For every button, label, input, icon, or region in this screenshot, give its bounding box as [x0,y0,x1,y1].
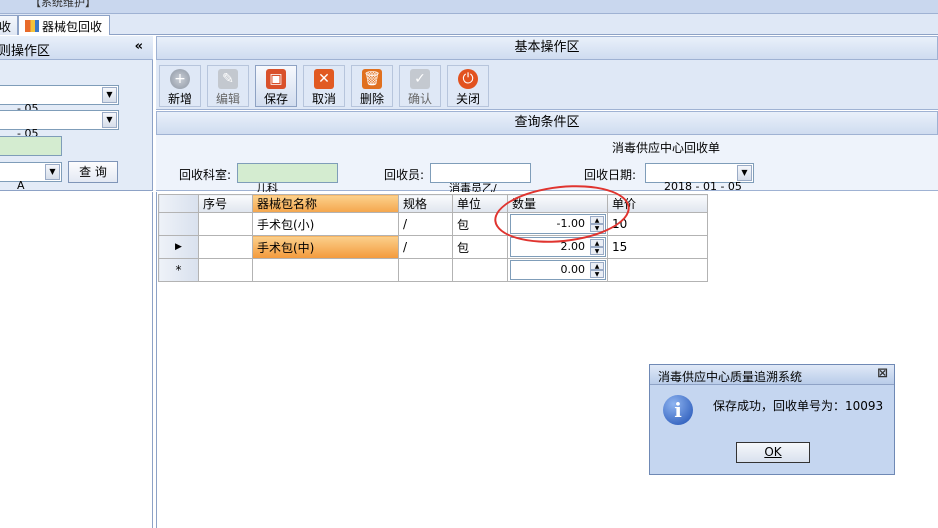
cell-price[interactable]: 15 [607,235,708,259]
close-icon[interactable]: ⊠ [877,366,888,381]
chevron-down-icon[interactable]: ▼ [45,164,60,180]
chart-icon [25,20,39,32]
delete-button[interactable]: 🗑 删除 [351,65,393,107]
status-select[interactable]: A ▼ [0,162,62,192]
tab-bar: 收 器械包回收 [0,14,938,35]
add-button-label: 新增 [167,92,192,106]
quantity-stepper[interactable]: 0.00 ▲ ▼ [510,260,606,280]
row-indicator[interactable]: * [158,258,199,282]
cell-spec[interactable]: / [398,235,453,259]
stepper-up-icon[interactable]: ▲ [590,262,604,270]
query-condition-title: 查询条件区 [514,115,580,130]
cell-price[interactable] [607,258,708,282]
edit-icon: ✎ [218,69,238,89]
close-button[interactable]: ⏻ 关闭 [447,65,489,107]
window-title: 【系统维护】 [30,0,96,9]
chevron-down-icon[interactable]: ▼ [737,165,752,181]
cell-seq[interactable] [198,235,253,259]
ok-button[interactable]: OK [736,442,810,463]
edit-button-label: 编辑 [215,92,240,106]
stepper-up-icon[interactable]: ▲ [590,239,604,247]
recovery-date-picker[interactable]: 2018 - 01 - 05 ▼ [645,163,754,193]
basic-operation-title: 基本操作区 [514,40,580,55]
column-header-name[interactable]: 器械包名称 [252,194,399,213]
date-label: 回收日期: [584,168,637,182]
select-all-corner[interactable] [158,194,199,213]
cell-qty[interactable]: 0.00 ▲ ▼ [507,258,608,282]
add-button[interactable]: + 新增 [159,65,201,107]
toolbar: + 新增 ✎ 编辑 ▣ 保存 ✕ 取消 🗑 删除 ✓ 确认 ⏻ 关闭 [156,60,938,110]
quantity-value: 0.00 [560,263,586,276]
info-icon: i [663,395,693,425]
form-title: 消毒供应中心回收单 [612,141,721,155]
left-panel-blank [0,192,153,528]
chevron-down-icon[interactable]: ▼ [102,87,117,103]
close-button-label: 关闭 [455,92,480,106]
message-dialog: 消毒供应中心质量追溯系统 ⊠ i 保存成功，回收单号为：10093 OK [649,364,895,475]
form-area: 消毒供应中心回收单 回收科室: 儿科 回收员: 消毒员乙/ 回收日期: 2018… [156,135,938,195]
date-from-field[interactable]: - 05 ▼ [0,85,119,115]
dialog-message: 保存成功，回收单号为：10093 [713,399,884,413]
confirm-button[interactable]: ✓ 确认 [399,65,441,107]
delete-icon: 🗑 [362,69,382,89]
cancel-button[interactable]: ✕ 取消 [303,65,345,107]
ok-button-label: OK [764,445,782,459]
window-title-strip: 【系统维护】 [0,0,938,14]
save-button-label: 保存 [263,92,288,106]
tab-instrument-recovery-label: 器械包回收 [42,20,103,34]
query-button-label: 查 询 [79,165,107,179]
status-select-value: A [17,179,25,192]
dialog-titlebar[interactable]: 消毒供应中心质量追溯系统 ⊠ [650,365,894,385]
left-panel-title: 则操作区 [0,44,51,59]
confirm-icon: ✓ [410,69,430,89]
stepper-down-icon[interactable]: ▼ [590,270,604,278]
dialog-title: 消毒供应中心质量追溯系统 [658,370,803,384]
cell-name[interactable] [252,258,399,282]
chevron-down-icon[interactable]: ▼ [102,112,117,128]
cell-spec[interactable]: / [398,212,453,236]
add-icon: + [170,69,190,89]
column-header-seq[interactable]: 序号 [198,194,253,213]
basic-operation-header: 基本操作区 [156,36,938,60]
collapse-icon[interactable]: « [135,39,143,54]
tab-instrument-recovery[interactable]: 器械包回收 [18,15,110,35]
cell-seq[interactable] [198,258,253,282]
row-indicator[interactable] [158,212,199,236]
date-to-field[interactable]: - 05 ▼ [0,110,119,140]
column-header-spec[interactable]: 规格 [398,194,453,213]
tab-previous-label: 收 [0,20,12,34]
table-row[interactable]: ▶ 手术包(中) / 包 2.00 ▲ ▼ 15 [158,235,708,259]
cell-unit[interactable] [452,258,508,282]
collector-input[interactable]: 消毒员乙/ [430,163,531,195]
edit-button[interactable]: ✎ 编辑 [207,65,249,107]
tab-previous[interactable]: 收 [0,15,18,35]
cell-unit[interactable]: 包 [452,235,508,259]
cell-name[interactable]: 手术包(小) [252,212,399,236]
dept-filter-field[interactable] [0,136,62,156]
query-condition-header: 查询条件区 [156,111,938,135]
table-row-new[interactable]: * 0.00 ▲ ▼ [158,258,708,282]
collector-label: 回收员: [384,168,425,182]
quantity-value: 2.00 [560,240,586,253]
row-indicator[interactable]: ▶ [158,235,199,259]
query-button[interactable]: 查 询 [68,161,118,183]
cell-seq[interactable] [198,212,253,236]
cell-spec[interactable] [398,258,453,282]
cancel-icon: ✕ [314,69,334,89]
confirm-button-label: 确认 [407,92,432,106]
delete-button-label: 删除 [359,92,384,106]
cancel-button-label: 取消 [311,92,336,106]
stepper-down-icon[interactable]: ▼ [590,247,604,255]
save-button[interactable]: ▣ 保存 [255,65,297,107]
left-panel-header: 则操作区 « [0,36,153,60]
cell-name[interactable]: 手术包(中) [252,235,399,259]
left-operation-panel: 则操作区 « - 05 ▼ - 05 ▼ A ▼ 查 询 [0,36,153,192]
dept-input[interactable]: 儿科 [237,163,338,195]
save-icon: ▣ [266,69,286,89]
dept-label: 回收科室: [179,168,232,182]
power-icon: ⏻ [458,69,478,89]
